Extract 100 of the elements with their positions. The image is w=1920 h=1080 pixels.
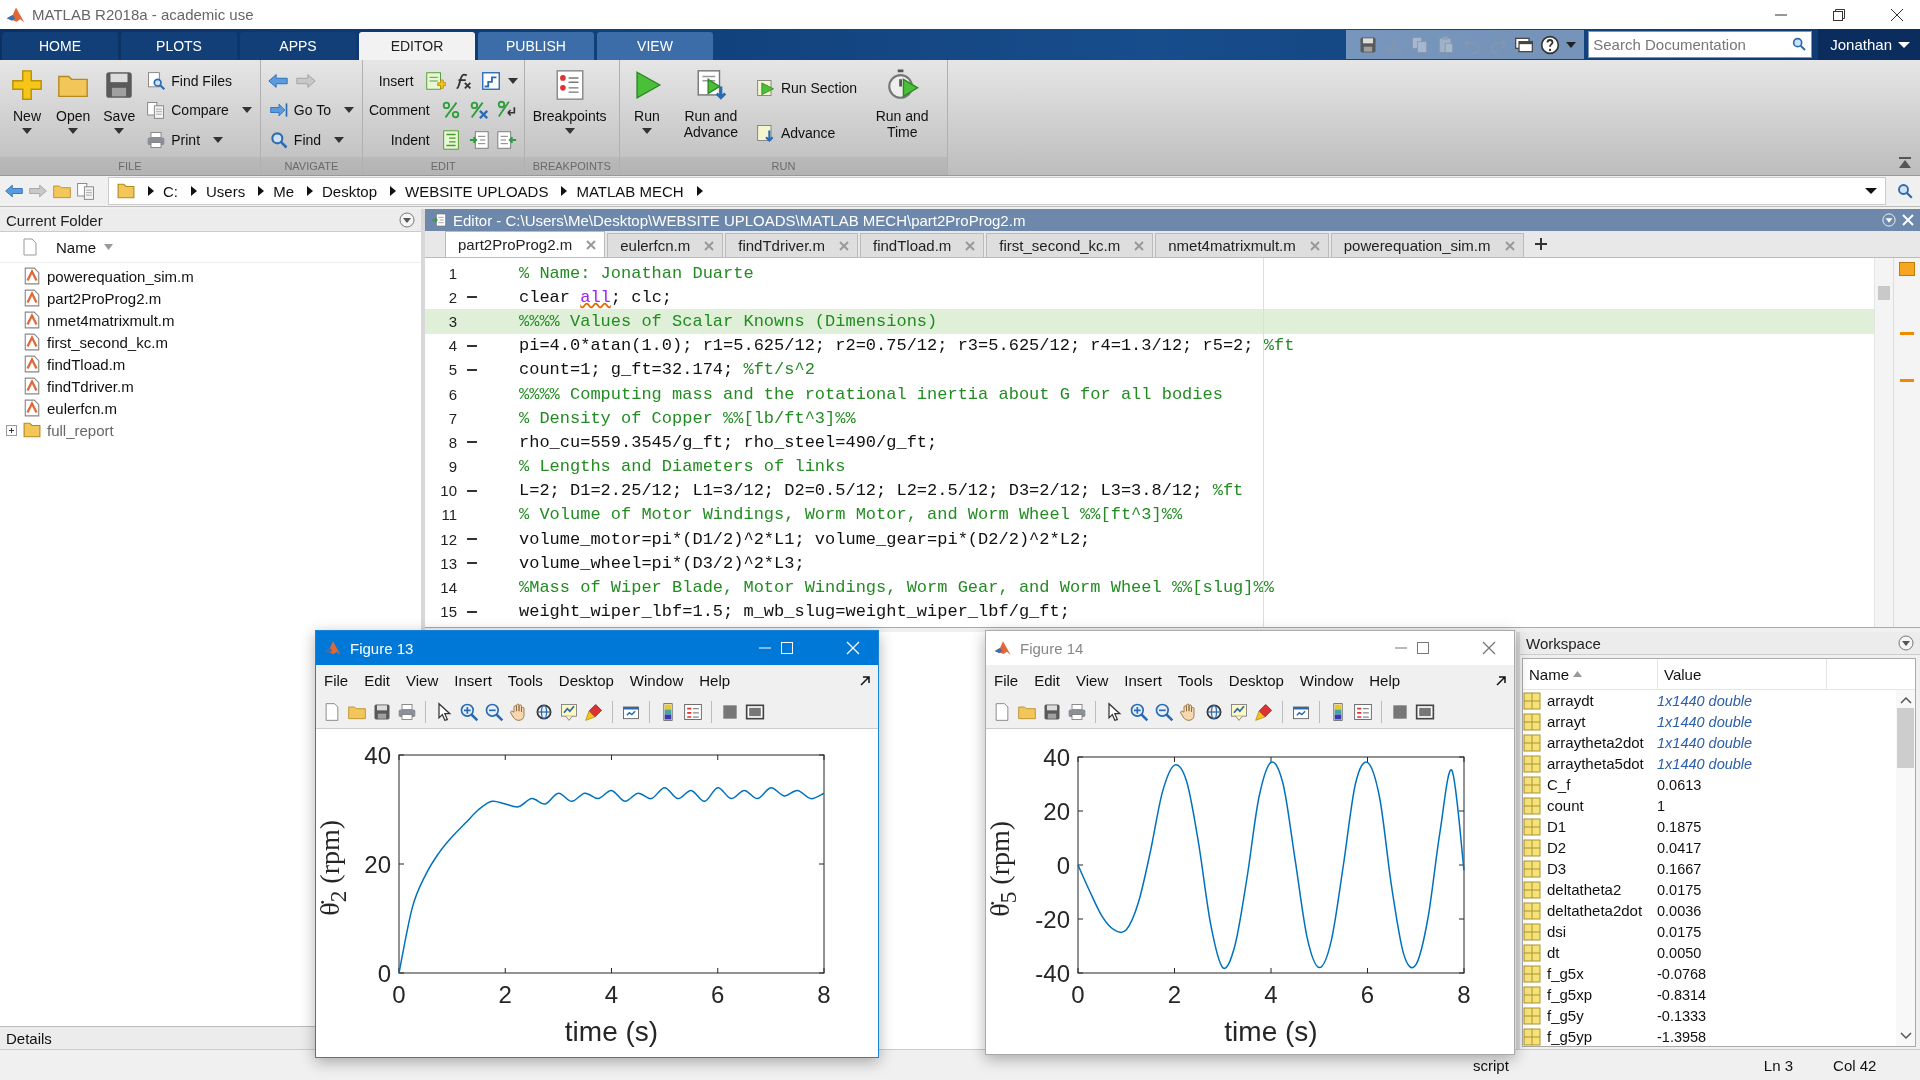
file-name[interactable]: findTload.m (47, 355, 126, 373)
legend-icon[interactable] (683, 702, 703, 722)
breakpoint-dash-icon[interactable] (467, 489, 477, 492)
toolstrip-button[interactable]: Run and Advance (671, 64, 750, 142)
menu-item[interactable]: File (994, 672, 1019, 689)
caret-icon[interactable] (641, 128, 652, 134)
user-menu[interactable]: Jonathan (1818, 29, 1920, 60)
toolstrip-button[interactable]: Run Section (753, 77, 860, 100)
file-tab[interactable]: powerequation_sim.m (1330, 233, 1524, 257)
variable-name[interactable]: f_g5x (1547, 965, 1657, 982)
search-field[interactable]: Search Documentation (1588, 31, 1813, 58)
toolstrip-button[interactable]: Run (625, 64, 668, 136)
toolstrip-button[interactable]: Run and Time (863, 64, 942, 142)
toolstrip-button[interactable]: Advance (753, 121, 860, 144)
breakpoint-dash-icon[interactable] (467, 368, 477, 371)
scrollbar[interactable] (1896, 690, 1915, 1046)
breakpoint-dash-icon[interactable] (467, 441, 477, 444)
toolstrip-button[interactable]: Find Files (144, 69, 254, 92)
caret-icon[interactable] (114, 128, 125, 134)
rotate-icon[interactable] (1204, 702, 1224, 722)
path-segment[interactable]: C: (163, 182, 178, 200)
ribbon-tab[interactable]: HOME (2, 32, 118, 60)
file-tab[interactable]: eulerfcn.m (607, 233, 724, 257)
rotate-icon[interactable] (534, 702, 554, 722)
menu-item[interactable]: Edit (364, 672, 391, 689)
path-segment[interactable]: Desktop (322, 182, 378, 200)
menu-item[interactable]: View (406, 672, 439, 689)
caret-icon[interactable] (68, 128, 79, 134)
file-name[interactable]: powerequation_sim.m (47, 267, 194, 285)
expand-icon[interactable] (6, 424, 17, 436)
file-name[interactable]: full_report (47, 421, 114, 439)
menu-item[interactable]: Insert (1124, 672, 1162, 689)
variable-name[interactable]: arraydt (1547, 692, 1657, 709)
chevron-icon[interactable] (147, 186, 155, 196)
toolstrip-button[interactable]: Open (52, 64, 95, 136)
chevron-icon[interactable] (560, 186, 569, 196)
path-segment[interactable]: Me (273, 182, 294, 200)
caret-icon[interactable] (564, 128, 575, 134)
variable-name[interactable]: arraytheta2dot (1547, 734, 1657, 751)
variable-name[interactable]: deltatheta2dot (1547, 902, 1657, 919)
breakpoint-dash-icon[interactable] (467, 538, 477, 541)
save-icon[interactable] (372, 702, 392, 722)
caret-icon[interactable] (213, 137, 224, 144)
help-icon[interactable] (1540, 34, 1561, 55)
variable-name[interactable]: deltatheta2 (1547, 881, 1657, 898)
scrollbar[interactable] (1874, 258, 1893, 627)
scroll-down-icon[interactable] (1899, 1032, 1912, 1040)
zoom-out-icon[interactable] (1154, 702, 1174, 722)
caret-icon[interactable] (241, 107, 252, 114)
toolstrip-button[interactable]: Find (266, 129, 356, 152)
variable-name[interactable]: dsi (1547, 923, 1657, 940)
outdent-icon[interactable] (495, 129, 518, 152)
caret-icon[interactable] (22, 128, 32, 134)
caret-icon[interactable] (343, 107, 354, 114)
zoom-out-icon[interactable] (484, 702, 504, 722)
menu-item[interactable]: Insert (454, 672, 492, 689)
file-name[interactable]: eulerfcn.m (47, 399, 118, 417)
legend-icon[interactable] (1353, 702, 1373, 722)
menu-item[interactable]: View (1076, 672, 1109, 689)
menu-item[interactable]: Help (1369, 672, 1401, 689)
save-icon[interactable] (1042, 702, 1062, 722)
file-name[interactable]: nmet4matrixmult.m (47, 311, 175, 329)
menu-item[interactable]: Help (699, 672, 731, 689)
scroll-up-icon[interactable] (1899, 696, 1912, 704)
variable-name[interactable]: arrayt (1547, 713, 1657, 730)
toolstrip-button[interactable]: Go To (266, 99, 356, 122)
panel-icon[interactable] (1415, 702, 1435, 722)
back-arrow-icon[interactable] (4, 181, 24, 201)
path-segment[interactable]: MATLAB MECH (576, 182, 684, 200)
scroll-thumb[interactable] (1897, 708, 1914, 768)
file-name[interactable]: findTdriver.m (47, 377, 134, 395)
file-tab[interactable]: nmet4matrixmult.m (1155, 233, 1329, 257)
chevron-icon[interactable] (190, 186, 198, 196)
caret-icon[interactable] (1898, 40, 1910, 49)
caret-icon[interactable] (1865, 187, 1877, 195)
breakpoint-dash-icon[interactable] (467, 296, 477, 299)
print-icon[interactable] (397, 702, 417, 722)
data-tip-icon[interactable] (559, 702, 579, 722)
menu-item[interactable]: Desktop (1228, 672, 1284, 689)
chevron-icon[interactable] (257, 186, 266, 196)
search-icon[interactable] (1791, 36, 1808, 52)
path-segment[interactable]: WEBSITE UPLOADS (405, 182, 549, 200)
brush-icon[interactable] (1254, 702, 1274, 722)
data-tip-icon[interactable] (1229, 702, 1249, 722)
column-header[interactable]: Value (1658, 659, 1827, 689)
column-header[interactable]: Name (1523, 659, 1658, 689)
close-icon[interactable] (1890, 7, 1904, 22)
file-name[interactable]: part2ProProg2.m (47, 289, 162, 307)
print-icon[interactable] (1067, 702, 1087, 722)
maximize-icon[interactable] (1416, 641, 1430, 655)
dock-arrow-icon[interactable] (1496, 675, 1506, 686)
variable-name[interactable]: arraytheta5dot (1547, 755, 1657, 772)
menu-item[interactable]: Desktop (558, 672, 614, 689)
menu-item[interactable]: Tools (1177, 672, 1213, 689)
caret-icon[interactable] (334, 137, 345, 144)
variable-name[interactable]: f_g5xp (1547, 986, 1657, 1003)
variable-name[interactable]: count (1547, 797, 1657, 814)
variable-name[interactable]: f_g5yp (1547, 1028, 1657, 1045)
brush-icon[interactable] (584, 702, 604, 722)
variable-name[interactable]: D1 (1547, 818, 1657, 835)
